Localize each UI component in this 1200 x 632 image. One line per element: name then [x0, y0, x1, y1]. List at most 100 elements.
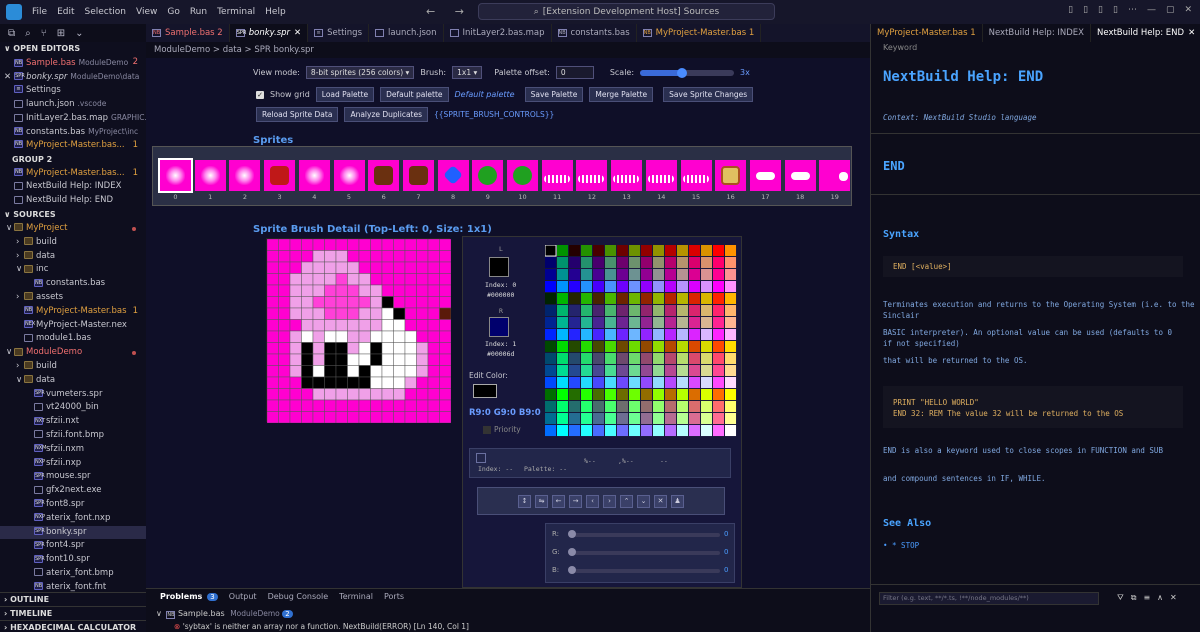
- sprite-tool-button[interactable]: ←: [552, 494, 565, 508]
- view-mode-select[interactable]: 8-bit sprites (256 colors) ▾: [305, 66, 415, 79]
- palette-swatch[interactable]: [701, 305, 713, 317]
- palette-swatch[interactable]: [593, 293, 605, 305]
- palette-swatch[interactable]: [557, 365, 569, 377]
- sprite-pixel[interactable]: [381, 296, 394, 309]
- palette-swatch[interactable]: [545, 389, 557, 401]
- nav-arrows[interactable]: ← →: [426, 5, 472, 18]
- sprite-pixel[interactable]: [312, 388, 325, 401]
- sprite-pixel[interactable]: [393, 250, 406, 263]
- palette-swatch[interactable]: [653, 257, 665, 269]
- sprite-pixel[interactable]: [267, 411, 279, 424]
- palette-swatch[interactable]: [617, 293, 629, 305]
- sprite-pixel[interactable]: [335, 353, 348, 366]
- sprite-pixel[interactable]: [393, 273, 406, 286]
- palette-swatch[interactable]: [665, 365, 677, 377]
- palette-swatch[interactable]: [653, 425, 665, 437]
- rgb-slider-handle[interactable]: [568, 530, 576, 538]
- palette-swatch[interactable]: [713, 269, 725, 281]
- palette-swatch[interactable]: [617, 401, 629, 413]
- sprite-pixel[interactable]: [278, 399, 291, 412]
- sprite-pixel[interactable]: [301, 239, 314, 251]
- sprite-pixel[interactable]: [393, 365, 406, 378]
- sprite-pixel[interactable]: [427, 239, 440, 251]
- palette-swatch[interactable]: [629, 329, 641, 341]
- sprite-thumbnail[interactable]: [158, 158, 193, 193]
- sprite-pixel[interactable]: [393, 411, 406, 424]
- palette-swatch[interactable]: [653, 317, 665, 329]
- palette-swatch[interactable]: [725, 341, 737, 353]
- sprite-pixel[interactable]: [267, 399, 279, 412]
- tree-file[interactable]: sfzii.font.bmp: [0, 429, 146, 443]
- palette-swatch[interactable]: [677, 305, 689, 317]
- tree-folder[interactable]: ∨ ModuleDemo: [0, 346, 146, 360]
- tree-folder[interactable]: ∨ MyProject: [0, 222, 146, 236]
- palette-swatch[interactable]: [653, 389, 665, 401]
- palette-swatch[interactable]: [581, 377, 593, 389]
- palette-swatch[interactable]: [617, 257, 629, 269]
- sprite-pixel[interactable]: [393, 330, 406, 343]
- rgb-slider-track[interactable]: [570, 551, 720, 555]
- sprite-pixel[interactable]: [267, 365, 279, 378]
- sprite-tool-button[interactable]: ⌄: [637, 494, 650, 508]
- palette-swatch[interactable]: [653, 353, 665, 365]
- palette-swatch[interactable]: [545, 413, 557, 425]
- palette-swatch[interactable]: [689, 353, 701, 365]
- palette-swatch[interactable]: [629, 365, 641, 377]
- palette-swatch[interactable]: [545, 329, 557, 341]
- sprite-pixel[interactable]: [416, 261, 429, 274]
- sprite-pixel[interactable]: [427, 284, 440, 297]
- window-control-icon[interactable]: ▢: [1166, 5, 1175, 15]
- toolbar-icon[interactable]: ⑂: [41, 28, 47, 39]
- sprite-pixel[interactable]: [312, 250, 325, 263]
- problem-item[interactable]: ⊗ 'sybtax' is neither an array nor a fun…: [174, 622, 469, 631]
- palette-swatch[interactable]: [629, 257, 641, 269]
- open-editor-item[interactable]: NB MyProject-Master.bas... 1: [0, 139, 146, 153]
- sprite-pixel[interactable]: [289, 261, 302, 274]
- palette-swatch[interactable]: [641, 329, 653, 341]
- close-icon[interactable]: ✕: [4, 72, 11, 82]
- palette-swatch[interactable]: [689, 305, 701, 317]
- sprite-pixel[interactable]: [324, 353, 337, 366]
- filter-toolbar-icon[interactable]: ∧: [1157, 593, 1163, 603]
- filter-toolbar-icon[interactable]: ⧉: [1131, 593, 1137, 603]
- sprite-pixel[interactable]: [289, 353, 302, 366]
- sprite-pixel[interactable]: [324, 273, 337, 286]
- palette-swatch[interactable]: [617, 425, 629, 437]
- sprite-pixel[interactable]: [439, 319, 452, 332]
- sprite-thumbnail[interactable]: [368, 160, 400, 191]
- palette-swatch[interactable]: [641, 365, 653, 377]
- sprite-pixel[interactable]: [370, 261, 383, 274]
- reload-sprite-data-button[interactable]: Reload Sprite Data: [256, 107, 339, 122]
- sprite-pixel[interactable]: [404, 250, 417, 263]
- sprite-pixel[interactable]: [301, 261, 314, 274]
- palette-swatch[interactable]: [725, 269, 737, 281]
- palette-swatch[interactable]: [677, 353, 689, 365]
- panel-tab-output[interactable]: Output: [229, 592, 257, 601]
- scale-slider-handle[interactable]: [677, 67, 688, 78]
- sprite-thumbnail[interactable]: [784, 160, 816, 191]
- edit-color-swatch[interactable]: [473, 384, 497, 398]
- command-center-search[interactable]: ⌕ [Extension Development Host] Sources: [478, 3, 775, 20]
- rgb-slider-handle[interactable]: [568, 566, 576, 574]
- analyze-duplicates-button[interactable]: Analyze Duplicates: [344, 107, 429, 122]
- sprite-pixel[interactable]: [267, 284, 279, 297]
- palette-swatch[interactable]: [545, 305, 557, 317]
- palette-swatch[interactable]: [581, 269, 593, 281]
- palette-swatch[interactable]: [581, 425, 593, 437]
- sprite-pixel[interactable]: [370, 250, 383, 263]
- palette-swatch[interactable]: [677, 257, 689, 269]
- palette-swatch[interactable]: [713, 245, 725, 257]
- palette-swatch[interactable]: [605, 425, 617, 437]
- palette-swatch[interactable]: [545, 269, 557, 281]
- rgb-slider-handle[interactable]: [568, 548, 576, 556]
- palette-swatch[interactable]: [605, 341, 617, 353]
- sprite-pixel[interactable]: [278, 342, 291, 355]
- open-editor-item[interactable]: NextBuild Help: INDEX: [0, 180, 146, 194]
- palette-swatch[interactable]: [593, 365, 605, 377]
- palette-swatch[interactable]: [713, 425, 725, 437]
- sprite-pixel[interactable]: [416, 342, 429, 355]
- palette-swatch[interactable]: [605, 245, 617, 257]
- sprite-pixel[interactable]: [324, 284, 337, 297]
- sprite-thumbnail[interactable]: [611, 160, 643, 191]
- palette-swatch[interactable]: [653, 329, 665, 341]
